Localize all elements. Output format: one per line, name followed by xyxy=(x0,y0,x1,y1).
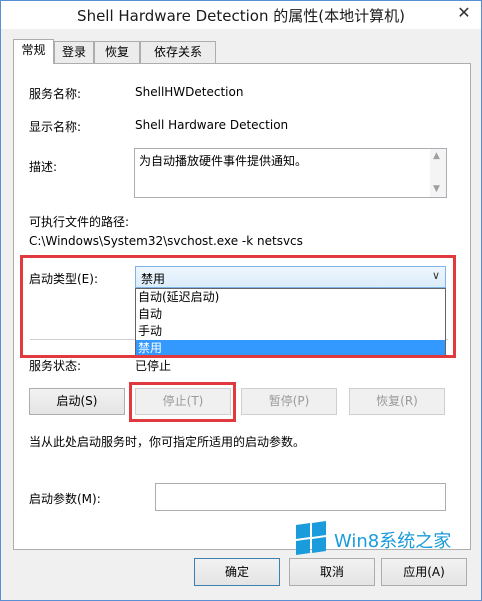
description-text: 为自动播放硬件事件提供通知。 xyxy=(139,154,308,168)
start-params-hint: 当从此处启动服务时，你可指定所适用的启动参数。 xyxy=(29,435,306,449)
properties-dialog: Shell Hardware Detection 的属性(本地计算机) ✕ 常规… xyxy=(0,0,482,601)
watermark-text: Win8系统之家 xyxy=(334,531,452,552)
scroll-down-icon[interactable]: ▼ xyxy=(433,184,440,194)
window-title: Shell Hardware Detection 的属性(本地计算机) xyxy=(77,7,405,25)
service-status-value: 已停止 xyxy=(135,359,172,373)
start-button[interactable]: 启动(S) xyxy=(29,388,125,415)
windows-logo-icon xyxy=(296,521,328,555)
highlight-startup-type xyxy=(20,255,456,358)
tab-dependencies[interactable]: 依存关系 xyxy=(140,41,216,63)
apply-button[interactable]: 应用(A) xyxy=(381,558,467,586)
exe-path-value: C:\Windows\System32\svchost.exe -k netsv… xyxy=(29,234,303,248)
tab-general[interactable]: 常规 xyxy=(13,39,54,64)
pause-button[interactable]: 暂停(P) xyxy=(241,388,337,415)
exe-path-label: 可执行文件的路径: xyxy=(29,215,130,229)
description-scrollbar[interactable]: ▲ ▼ xyxy=(430,149,446,197)
general-panel: 服务名称: ShellHWDetection 显示名称: Shell Hardw… xyxy=(13,63,471,550)
description-label: 描述: xyxy=(29,160,58,174)
display-name-value: Shell Hardware Detection xyxy=(135,118,289,132)
service-status-label: 服务状态: xyxy=(29,359,82,373)
close-icon[interactable]: ✕ xyxy=(453,3,475,25)
tab-recovery[interactable]: 恢复 xyxy=(94,41,140,63)
highlight-stop-button xyxy=(129,382,236,422)
cancel-button[interactable]: 取消 xyxy=(289,558,375,586)
start-params-input[interactable] xyxy=(155,483,446,511)
tab-logon[interactable]: 登录 xyxy=(54,41,94,63)
resume-button[interactable]: 恢复(R) xyxy=(349,388,445,415)
title-bar: Shell Hardware Detection 的属性(本地计算机) ✕ xyxy=(1,1,481,29)
service-name-value: ShellHWDetection xyxy=(135,85,244,99)
ok-button[interactable]: 确定 xyxy=(194,558,280,586)
description-box[interactable]: 为自动播放硬件事件提供通知。 ▲ ▼ xyxy=(134,148,447,198)
start-params-label: 启动参数(M): xyxy=(29,492,101,506)
display-name-label: 显示名称: xyxy=(29,120,82,134)
scroll-up-icon[interactable]: ▲ xyxy=(433,151,440,161)
service-name-label: 服务名称: xyxy=(29,87,82,101)
